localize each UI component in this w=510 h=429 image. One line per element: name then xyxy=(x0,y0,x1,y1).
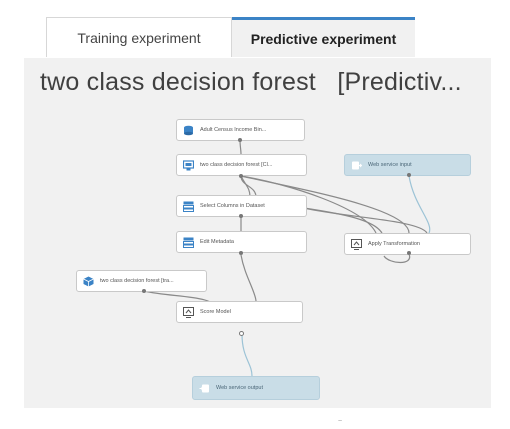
node-label: Apply Transformation xyxy=(368,241,420,247)
edge-select-apply xyxy=(303,207,383,234)
output-port[interactable] xyxy=(142,289,146,293)
node-label: Web service input xyxy=(368,162,412,168)
footer-mark: ~ xyxy=(338,418,343,425)
model-icon xyxy=(183,159,194,171)
web-service-output-icon xyxy=(199,383,210,394)
trained-model-icon xyxy=(83,276,94,287)
node-label: Select Columns in Dataset xyxy=(200,203,265,209)
edge-census-forest xyxy=(239,139,242,155)
edit-metadata-icon xyxy=(183,237,194,248)
node-label: Edit Metadata xyxy=(200,239,234,245)
tab-predictive-experiment[interactable]: Predictive experiment xyxy=(232,17,415,57)
node-label: Score Model xyxy=(200,309,231,315)
output-port[interactable] xyxy=(239,331,244,336)
output-port[interactable] xyxy=(407,251,411,255)
node-decision-forest-classify[interactable]: two class decision forest [Cl... xyxy=(176,154,307,176)
dataset-icon xyxy=(183,125,194,136)
experiment-canvas[interactable]: two class decision forest [Predictiv... … xyxy=(24,58,491,408)
select-columns-icon xyxy=(183,201,194,212)
score-model-icon xyxy=(183,306,194,318)
output-port[interactable] xyxy=(238,138,242,142)
apply-transformation-icon xyxy=(351,238,362,250)
output-port[interactable] xyxy=(239,214,243,218)
edge-score-wsoutput xyxy=(241,333,253,377)
node-label: two class decision forest [Cl... xyxy=(200,162,273,168)
edge-wsinput-apply xyxy=(408,175,431,234)
node-edit-metadata[interactable]: Edit Metadata xyxy=(176,231,307,253)
node-score-model[interactable]: Score Model xyxy=(176,301,303,323)
node-label: Web service output xyxy=(216,385,263,391)
tab-training-experiment[interactable]: Training experiment xyxy=(46,17,232,57)
experiment-tabs: Training experiment Predictive experimen… xyxy=(0,0,510,58)
web-service-input-icon xyxy=(351,160,362,171)
output-port[interactable] xyxy=(407,173,411,177)
output-port[interactable] xyxy=(239,174,243,178)
node-label: two class decision forest [tra... xyxy=(100,278,174,284)
output-port[interactable] xyxy=(239,251,243,255)
node-web-service-output[interactable]: Web service output xyxy=(192,376,320,400)
edge-apply-loop xyxy=(383,253,411,264)
node-label: Adult Census Income Bin... xyxy=(200,127,267,133)
